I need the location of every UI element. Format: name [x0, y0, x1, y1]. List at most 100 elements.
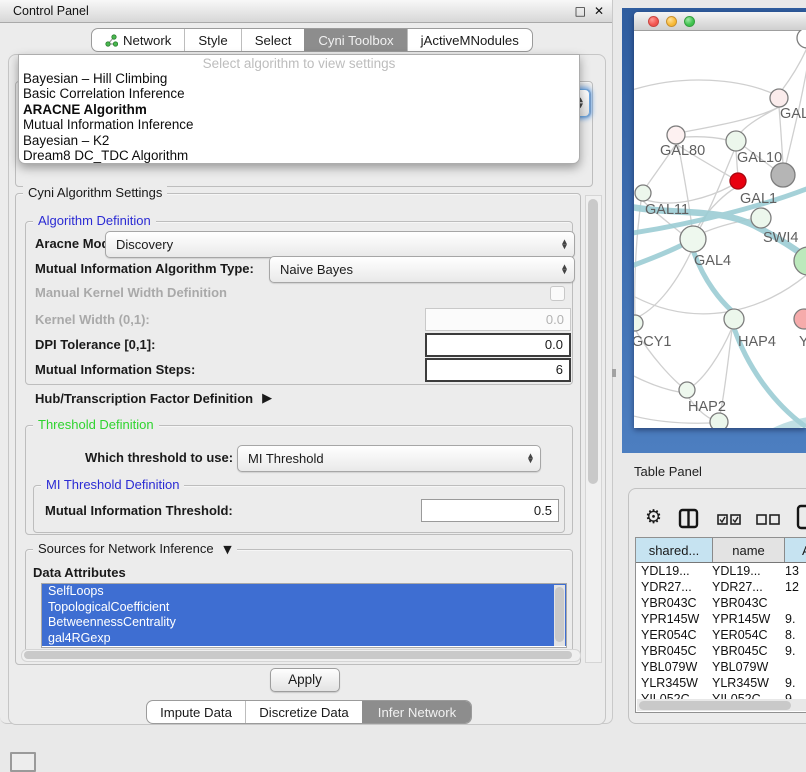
zoom-traffic-light-icon[interactable] [684, 16, 695, 27]
table-row[interactable]: YER054CYER054C8. [636, 627, 806, 643]
tab-style[interactable]: Style [184, 29, 240, 51]
node-swi4[interactable] [751, 208, 771, 228]
node[interactable] [770, 89, 788, 107]
tab-infer-network[interactable]: Infer Network [362, 701, 471, 723]
node-gal4[interactable] [680, 226, 706, 252]
list-item[interactable]: TopologicalCoefficient [42, 600, 566, 616]
minimized-panel-icon[interactable] [10, 752, 36, 772]
network-window-titlebar[interactable] [634, 12, 806, 31]
network-canvas[interactable]: GAL GAL80 GAL10 GAL1 GAL11 SWI4 GAL4 GCY… [634, 30, 806, 428]
cyni-bottom-tabbar: Impute Data Discretize Data Infer Networ… [146, 700, 472, 724]
column-layout-icon[interactable] [678, 508, 699, 529]
node-hap2[interactable] [679, 382, 695, 398]
table-row[interactable]: YBR045CYBR045C9. [636, 643, 806, 659]
node-hap4[interactable] [724, 309, 744, 329]
node-gal1-selected[interactable] [730, 173, 746, 189]
apply-button[interactable]: Apply [270, 668, 340, 692]
node-label: GCY1 [634, 334, 672, 350]
node[interactable] [710, 413, 728, 428]
dropdown-item[interactable]: Mutual Information Inference [19, 117, 579, 132]
kernel-width-field[interactable]: 0.0 [425, 308, 571, 331]
node-label: Y [799, 334, 806, 350]
combo-arrows-icon: ▲▼ [528, 453, 533, 464]
tab-jactivemnodules[interactable]: jActiveMNodules [407, 29, 532, 51]
table-row[interactable]: YDL19...YDL19...13 [636, 563, 806, 579]
table-horizontal-scrollbar[interactable] [637, 699, 806, 711]
algorithm-definition-title: Algorithm Definition [33, 214, 156, 228]
mi-steps-field[interactable]: 6 [425, 358, 571, 382]
table-row[interactable]: YLR345WYLR345W9. [636, 675, 806, 691]
dropdown-item-selected[interactable]: ARACNE Algorithm [19, 102, 579, 117]
list-scrollbar-thumb[interactable] [555, 587, 564, 642]
dropdown-item[interactable]: Dream8 DC_TDC Algorithm [19, 148, 579, 163]
node-gal10[interactable] [726, 131, 746, 151]
list-item[interactable]: BetweennessCentrality [42, 615, 566, 631]
table-row[interactable]: YBR043CYBR043C [636, 595, 806, 611]
mi-threshold-label: Mutual Information Threshold: [45, 499, 233, 522]
tab-discretize-data[interactable]: Discretize Data [245, 701, 362, 723]
threshold-definition-title: Threshold Definition [33, 418, 159, 432]
node-label: GAL10 [737, 150, 782, 166]
dpi-tolerance-field[interactable]: 0.0 [425, 333, 571, 357]
table-panel-title: Table Panel [634, 464, 702, 479]
table-row[interactable]: YBL079WYBL079W [636, 659, 806, 675]
node-label: HAP4 [738, 334, 776, 350]
node-salmon[interactable] [794, 309, 806, 329]
table-horizontal-scrollbar-thumb[interactable] [639, 701, 791, 710]
node-gcy1[interactable] [634, 315, 643, 331]
dropdown-item[interactable]: Bayesian – K2 [19, 133, 579, 148]
column-header-name[interactable]: name [713, 538, 785, 562]
column-header-partial[interactable]: A [785, 538, 806, 562]
gear-icon[interactable]: ⚙ [645, 506, 662, 528]
function-builder-icon[interactable] [796, 504, 806, 530]
panel-splitter-handle[interactable] [612, 369, 616, 377]
list-item[interactable]: gal4RGexp [42, 631, 566, 647]
close-traffic-light-icon[interactable] [648, 16, 659, 27]
node-gal11[interactable] [635, 185, 651, 201]
column-header-shared-name[interactable]: shared... [636, 538, 713, 562]
hide-columns-icon[interactable] [756, 514, 780, 526]
list-scrollbar[interactable] [554, 585, 565, 646]
table-row[interactable]: YPR145WYPR145W9. [636, 611, 806, 627]
dropdown-placeholder: Select algorithm to view settings [19, 55, 579, 71]
table-panel: ⚙ shared... name A YDL19...YDL19...13 YD… [628, 488, 806, 724]
settings-horizontal-scrollbar-thumb[interactable] [24, 651, 572, 659]
table-row[interactable]: YDR27...YDR27...12 [636, 579, 806, 595]
dpi-tolerance-label: DPI Tolerance [0,1]: [35, 333, 155, 357]
node-label: GAL [780, 106, 806, 122]
tab-network[interactable]: Network [92, 29, 184, 51]
tab-cyni-toolbox[interactable]: Cyni Toolbox [304, 29, 406, 51]
float-window-icon[interactable]: □ [575, 4, 586, 18]
minimize-traffic-light-icon[interactable] [666, 16, 677, 27]
tab-network-label: Network [123, 33, 171, 48]
dropdown-item[interactable]: Bayesian – Hill Climbing [19, 71, 579, 86]
node-gal80[interactable] [667, 126, 685, 144]
node-gray[interactable] [771, 163, 795, 187]
which-threshold-combobox[interactable]: MI Threshold ▲▼ [237, 445, 541, 472]
network-icon [105, 34, 118, 47]
manual-kernel-checkbox[interactable] [550, 286, 565, 301]
list-item[interactable]: SelfLoops [42, 584, 566, 600]
mi-threshold-field[interactable]: 0.5 [421, 499, 559, 522]
show-columns-icon[interactable] [717, 514, 741, 526]
node-label: SWI4 [763, 230, 798, 246]
dropdown-item[interactable]: Basic Correlation Inference [19, 86, 579, 101]
expander-right-icon: ▶ [262, 391, 272, 406]
hub-definition-expander[interactable]: Hub/Transcription Factor Definition ▶ [35, 389, 272, 407]
tab-select[interactable]: Select [241, 29, 305, 51]
mi-steps-label: Mutual Information Steps: [35, 358, 195, 382]
expander-down-icon: ▼ [223, 543, 231, 556]
settings-horizontal-scrollbar[interactable] [21, 649, 581, 662]
node[interactable] [797, 30, 806, 48]
algorithm-dropdown-list: Select algorithm to view settings Bayesi… [18, 54, 580, 164]
settings-vertical-scrollbar[interactable] [585, 195, 602, 663]
mi-type-combobox[interactable]: Naive Bayes ▲▼ [269, 256, 575, 283]
close-icon[interactable]: ✕ [594, 4, 604, 18]
sources-expander[interactable]: Sources for Network Inference ▼ [33, 542, 237, 557]
kernel-width-label: Kernel Width (0,1): [35, 308, 150, 331]
node-label: GAL11 [645, 202, 689, 218]
manual-kernel-label: Manual Kernel Width Definition [35, 284, 227, 302]
tab-impute-data[interactable]: Impute Data [147, 701, 245, 723]
aracne-mode-combobox[interactable]: Discovery ▲▼ [105, 231, 575, 258]
settings-vertical-scrollbar-thumb[interactable] [588, 199, 598, 484]
